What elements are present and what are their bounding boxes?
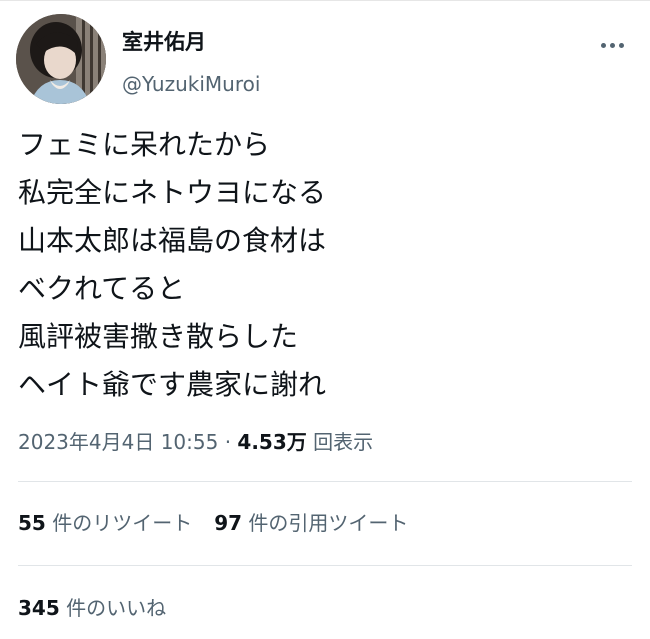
likes-count: 345 [18,596,60,620]
likes-stats-row: 345 件のいいね [18,594,166,622]
more-horizontal-icon [599,42,626,48]
stats-divider-bottom [18,565,632,566]
display-name[interactable]: 室井佑月 [122,28,206,56]
share-stats-row: 55 件のリツイート 97 件の引用ツイート [18,509,408,537]
tweet-line: 山本太郎は福島の食材は [18,224,327,257]
quotes-stat[interactable]: 97 件の引用ツイート [214,509,408,537]
likes-label: 件のいいね [66,596,167,620]
retweets-stat[interactable]: 55 件のリツイート [18,509,192,537]
stats-divider-top [18,481,632,482]
user-handle[interactable]: @YuzukiMuroi [122,70,260,98]
timestamp[interactable]: 2023年4月4日 10:55 [18,430,218,454]
avatar[interactable] [16,14,106,104]
retweets-count: 55 [18,511,46,535]
likes-stat[interactable]: 345 件のいいね [18,594,166,622]
avatar-image [16,14,106,104]
top-divider [0,0,650,1]
tweet-line: 風評被害撒き散らした [18,320,299,353]
tweet-line: フェミに呆れたから [18,128,271,161]
tweet-line: ヘイト爺です農家に謝れ [18,368,327,401]
quotes-count: 97 [214,511,243,535]
views-count: 4.53万 [237,430,307,454]
views-label: 回表示 [313,430,374,454]
tweet-meta: 2023年4月4日 10:55 · 4.53万 回表示 [18,428,373,456]
quotes-label: 件の引用ツイート [248,511,409,535]
retweets-label: 件のリツイート [52,511,193,535]
tweet-line: 私完全にネトウヨになる [18,176,327,209]
meta-separator: · [224,430,232,454]
more-options-button[interactable] [590,30,634,60]
tweet-card: 室井佑月 @YuzukiMuroi フェミに呆れたから 私完全にネトウヨになる … [0,0,650,639]
tweet-line: ベクれてると [18,272,186,305]
tweet-text: フェミに呆れたから 私完全にネトウヨになる 山本太郎は福島の食材は ベクれてると… [18,121,326,409]
